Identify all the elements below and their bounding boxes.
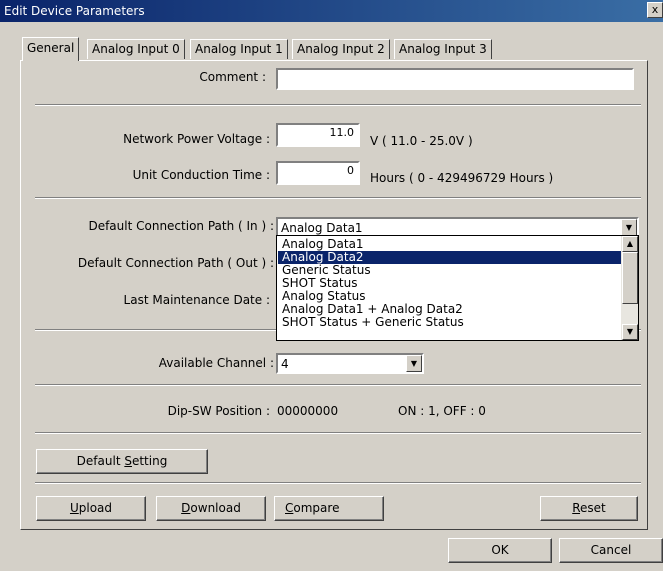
default-setting-label-pre: Default bbox=[76, 454, 125, 468]
dip-sw-legend: ON : 1, OFF : 0 bbox=[398, 404, 486, 418]
default-setting-hotkey: S bbox=[124, 454, 132, 468]
unit-conduction-time-field[interactable]: 0 bbox=[276, 161, 360, 185]
upload-button[interactable]: Upload bbox=[36, 496, 146, 521]
reset-button[interactable]: Reset bbox=[540, 496, 638, 521]
available-channel-value: 4 bbox=[281, 357, 289, 371]
tab-analog-input-3[interactable]: Analog Input 3 bbox=[394, 39, 492, 59]
separator bbox=[35, 197, 641, 199]
chevron-down-icon[interactable]: ▼ bbox=[406, 355, 422, 372]
connection-path-out-label: Default Connection Path ( Out ) : bbox=[77, 256, 274, 270]
compare-label: ompare bbox=[293, 501, 340, 515]
download-label: ownload bbox=[190, 501, 241, 515]
tab-analog-input-1[interactable]: Analog Input 1 bbox=[190, 39, 288, 59]
title-bar: Edit Device Parameters x bbox=[0, 0, 663, 22]
close-button[interactable]: x bbox=[647, 2, 663, 18]
upload-label: pload bbox=[78, 501, 113, 515]
unit-conduction-time-range: Hours ( 0 - 429496729 Hours ) bbox=[370, 171, 554, 185]
tab-analog-input-0[interactable]: Analog Input 0 bbox=[87, 39, 185, 59]
separator bbox=[35, 384, 641, 386]
available-channel-label: Available Channel : bbox=[158, 356, 274, 370]
scroll-up-icon[interactable]: ▲ bbox=[622, 236, 638, 252]
dropdown-option-shot-plus-generic-status[interactable]: SHOT Status + Generic Status bbox=[278, 316, 621, 329]
connection-path-in-label: Default Connection Path ( In ) : bbox=[88, 219, 274, 233]
ok-button[interactable]: OK bbox=[448, 538, 552, 563]
scroll-thumb[interactable] bbox=[622, 252, 638, 304]
download-button[interactable]: Download bbox=[156, 496, 266, 521]
scroll-down-icon[interactable]: ▼ bbox=[622, 324, 638, 340]
tab-analog-input-2[interactable]: Analog Input 2 bbox=[292, 39, 390, 59]
network-power-voltage-range: V ( 11.0 - 25.0V ) bbox=[370, 134, 473, 148]
connection-path-dropdown-list[interactable]: Analog Data1 Analog Data2 Generic Status… bbox=[276, 235, 639, 341]
unit-conduction-time-label: Unit Conduction Time : bbox=[132, 168, 270, 182]
comment-label: Comment : bbox=[199, 70, 266, 84]
compare-button[interactable]: Compare bbox=[274, 496, 384, 521]
comment-field[interactable] bbox=[276, 68, 634, 90]
separator bbox=[35, 104, 641, 106]
dip-sw-position-label: Dip-SW Position : bbox=[167, 404, 270, 418]
connection-path-in-value: Analog Data1 bbox=[281, 221, 363, 235]
separator bbox=[35, 432, 641, 434]
upload-hotkey: U bbox=[69, 501, 79, 515]
cancel-button[interactable]: Cancel bbox=[559, 538, 663, 563]
separator bbox=[35, 482, 641, 484]
last-maintenance-date-label: Last Maintenance Date : bbox=[123, 293, 270, 307]
reset-label: eset bbox=[580, 501, 606, 515]
window-title: Edit Device Parameters bbox=[4, 4, 145, 18]
available-channel-select[interactable]: 4 ▼ bbox=[276, 353, 424, 374]
default-setting-button[interactable]: Default Setting bbox=[36, 449, 208, 474]
dropdown-scrollbar[interactable]: ▲ ▼ bbox=[621, 236, 638, 340]
network-power-voltage-label: Network Power Voltage : bbox=[123, 132, 270, 146]
default-setting-label-post: etting bbox=[131, 454, 168, 468]
network-power-voltage-field[interactable]: 11.0 bbox=[276, 123, 360, 147]
chevron-down-icon[interactable]: ▼ bbox=[621, 219, 637, 236]
tab-general[interactable]: General bbox=[22, 37, 80, 61]
reset-hotkey: R bbox=[572, 501, 581, 515]
dip-sw-position-value: 00000000 bbox=[277, 404, 339, 418]
